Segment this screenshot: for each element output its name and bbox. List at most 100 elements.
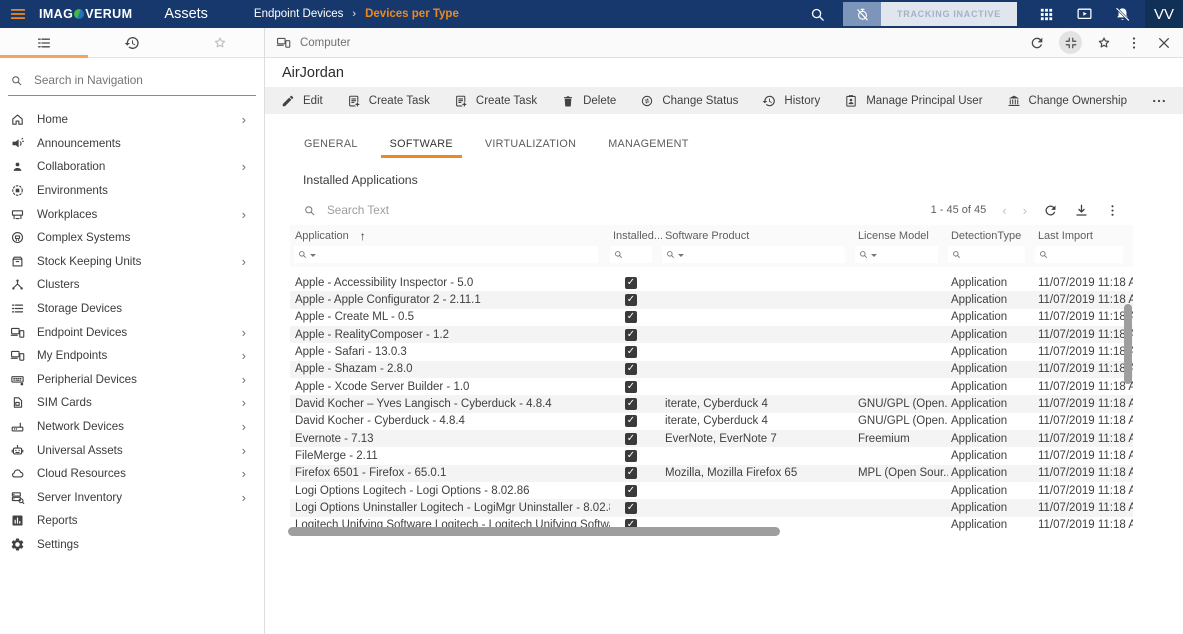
tab-general[interactable]: GENERAL [295, 132, 367, 158]
tab-software[interactable]: SOFTWARE [381, 132, 462, 158]
table-row[interactable]: Apple - Create ML - 0.5 ✓ Application 11… [290, 309, 1133, 326]
sidebar-search-input[interactable] [32, 72, 254, 88]
tracking-toggle[interactable] [843, 2, 881, 26]
column-header-detectiontype[interactable]: DetectionType [948, 230, 1035, 242]
table-row[interactable]: Logi Options Logitech - Logi Options - 8… [290, 482, 1133, 499]
installed-checkbox[interactable]: ✓ [625, 485, 637, 497]
sidebar-item-home[interactable]: Home › [0, 108, 264, 132]
close-icon[interactable] [1156, 35, 1172, 51]
column-header-license-model[interactable]: License Model [855, 230, 948, 242]
sidebar-view-tab[interactable] [0, 28, 88, 57]
change-status-button[interactable]: Change Status [640, 94, 738, 108]
column-header-installed[interactable]: Installed... [610, 230, 662, 242]
sidebar-item-my-endpoints[interactable]: My Endpoints › [0, 344, 264, 368]
installed-checkbox[interactable]: ✓ [625, 363, 637, 375]
sidebar-item-peripherial-devices[interactable]: Peripherial Devices › [0, 368, 264, 392]
vertical-scrollbar[interactable] [1124, 304, 1132, 384]
create-task-button[interactable]: Create Task [347, 94, 430, 108]
table-row[interactable]: David Kocher - Cyberduck - 4.8.4 ✓ itera… [290, 413, 1133, 430]
installed-checkbox[interactable]: ✓ [625, 294, 637, 306]
table-row[interactable]: FileMerge - 2.11 ✓ Application 11/07/201… [290, 447, 1133, 464]
remote-session-icon[interactable] [1076, 6, 1093, 23]
column-filter-input[interactable] [855, 246, 938, 263]
table-row[interactable]: Apple - Xcode Server Builder - 1.0 ✓ App… [290, 378, 1133, 395]
table-row[interactable]: Firefox 6501 - Firefox - 65.0.1 ✓ Mozill… [290, 465, 1133, 482]
table-refresh-icon[interactable] [1043, 203, 1058, 218]
table-menu-icon[interactable] [1105, 203, 1120, 218]
refresh-icon[interactable] [1029, 35, 1045, 51]
manage-principal-user-button[interactable]: Manage Principal User [844, 94, 982, 108]
horizontal-scrollbar[interactable] [288, 527, 780, 536]
page-prev-icon[interactable]: ‹ [1002, 204, 1006, 217]
sidebar-item-network-devices[interactable]: Network Devices › [0, 415, 264, 439]
table-row[interactable]: Evernote - 7.13 ✓ EverNote, EverNote 7 F… [290, 430, 1133, 447]
tab-virtualization[interactable]: VIRTUALIZATION [476, 132, 585, 158]
sidebar-item-environments[interactable]: Environments › [0, 179, 264, 203]
breadcrumb-parent[interactable]: Endpoint Devices [254, 8, 344, 20]
search-icon[interactable] [809, 6, 826, 23]
table-search-input[interactable] [325, 202, 565, 218]
installed-checkbox[interactable]: ✓ [625, 415, 637, 427]
installed-checkbox[interactable]: ✓ [625, 346, 637, 358]
installed-checkbox[interactable]: ✓ [625, 398, 637, 410]
more-vertical-icon[interactable] [1126, 35, 1142, 51]
table-row[interactable]: Apple - Apple Configurator 2 - 2.11.1 ✓ … [290, 291, 1133, 308]
sidebar-item-collaboration[interactable]: Collaboration › [0, 155, 264, 179]
tracking-status-badge[interactable]: TRACKING INACTIVE [881, 2, 1017, 26]
sidebar-item-reports[interactable]: Reports › [0, 509, 264, 533]
apps-grid-icon[interactable] [1038, 6, 1055, 23]
favorite-icon[interactable] [1096, 35, 1112, 51]
table-row[interactable]: Logi Options Uninstaller Logitech - Logi… [290, 499, 1133, 516]
installed-checkbox[interactable]: ✓ [625, 329, 637, 341]
sidebar-item-complex-systems[interactable]: Complex Systems › [0, 226, 264, 250]
create-task-button[interactable]: Create Task [454, 94, 537, 108]
column-header-software-product[interactable]: Software Product [662, 230, 855, 242]
sidebar-item-announcements[interactable]: Announcements › [0, 132, 264, 156]
tab-management[interactable]: MANAGEMENT [599, 132, 697, 158]
record-type-tab[interactable]: Computer [276, 35, 351, 50]
column-filter-input[interactable] [610, 246, 652, 263]
sidebar-item-workplaces[interactable]: Workplaces › [0, 202, 264, 226]
table-row[interactable]: Apple - Safari - 13.0.3 ✓ Application 11… [290, 343, 1133, 360]
page-next-icon[interactable]: › [1023, 204, 1027, 217]
change-ownership-button[interactable]: Change Ownership [1007, 94, 1127, 108]
edit-button[interactable]: Edit [281, 94, 323, 108]
installed-checkbox[interactable]: ✓ [625, 311, 637, 323]
installed-checkbox[interactable]: ✓ [625, 450, 637, 462]
table-row[interactable]: David Kocher – Yves Langisch - Cyberduck… [290, 395, 1133, 412]
column-header-last-import[interactable]: Last Import [1035, 230, 1133, 242]
column-filter-input[interactable] [1035, 246, 1123, 263]
collapse-icon-wrapper[interactable] [1059, 31, 1082, 54]
delete-button[interactable]: Delete [561, 94, 616, 108]
sidebar-item-cloud-resources[interactable]: Cloud Resources › [0, 462, 264, 486]
column-header-application[interactable]: Application ↑ [290, 229, 610, 243]
installed-checkbox[interactable]: ✓ [625, 433, 637, 445]
sidebar-view-tab[interactable] [88, 28, 176, 57]
installed-checkbox[interactable]: ✓ [625, 277, 637, 289]
column-filter-input[interactable] [948, 246, 1025, 263]
table-row[interactable]: Apple - Shazam - 2.8.0 ✓ Application 11/… [290, 361, 1133, 378]
sidebar-item-stock-keeping-units[interactable]: Stock Keeping Units › [0, 250, 264, 274]
sidebar-item-storage-devices[interactable]: Storage Devices › [0, 297, 264, 321]
sidebar-item-endpoint-devices[interactable]: Endpoint Devices › [0, 320, 264, 344]
sidebar-item-clusters[interactable]: Clusters › [0, 273, 264, 297]
sidebar-item-universal-assets[interactable]: Universal Assets › [0, 438, 264, 462]
installed-checkbox[interactable]: ✓ [625, 467, 637, 479]
hamburger-menu-icon[interactable] [9, 5, 27, 23]
column-filter-input[interactable] [662, 246, 845, 263]
sidebar-view-tab[interactable] [176, 28, 264, 57]
table-row[interactable]: Apple - RealityComposer - 1.2 ✓ Applicat… [290, 326, 1133, 343]
notifications-muted-icon[interactable] [1114, 6, 1131, 23]
installed-checkbox[interactable]: ✓ [625, 502, 637, 514]
sidebar-item-server-inventory[interactable]: Server Inventory › [0, 486, 264, 510]
more-actions-icon[interactable] [1151, 93, 1167, 109]
sidebar-item-settings[interactable]: Settings › [0, 533, 264, 557]
sidebar-item-sim-cards[interactable]: SIM Cards › [0, 391, 264, 415]
download-icon[interactable] [1074, 203, 1089, 218]
table-row[interactable]: Apple - Accessibility Inspector - 5.0 ✓ … [290, 274, 1133, 291]
user-avatar[interactable]: VV [1145, 0, 1183, 28]
installed-checkbox[interactable]: ✓ [625, 381, 637, 393]
breadcrumb-current[interactable]: Devices per Type [365, 8, 459, 20]
column-filter-input[interactable] [294, 246, 598, 263]
collapse-icon[interactable] [1064, 36, 1078, 50]
